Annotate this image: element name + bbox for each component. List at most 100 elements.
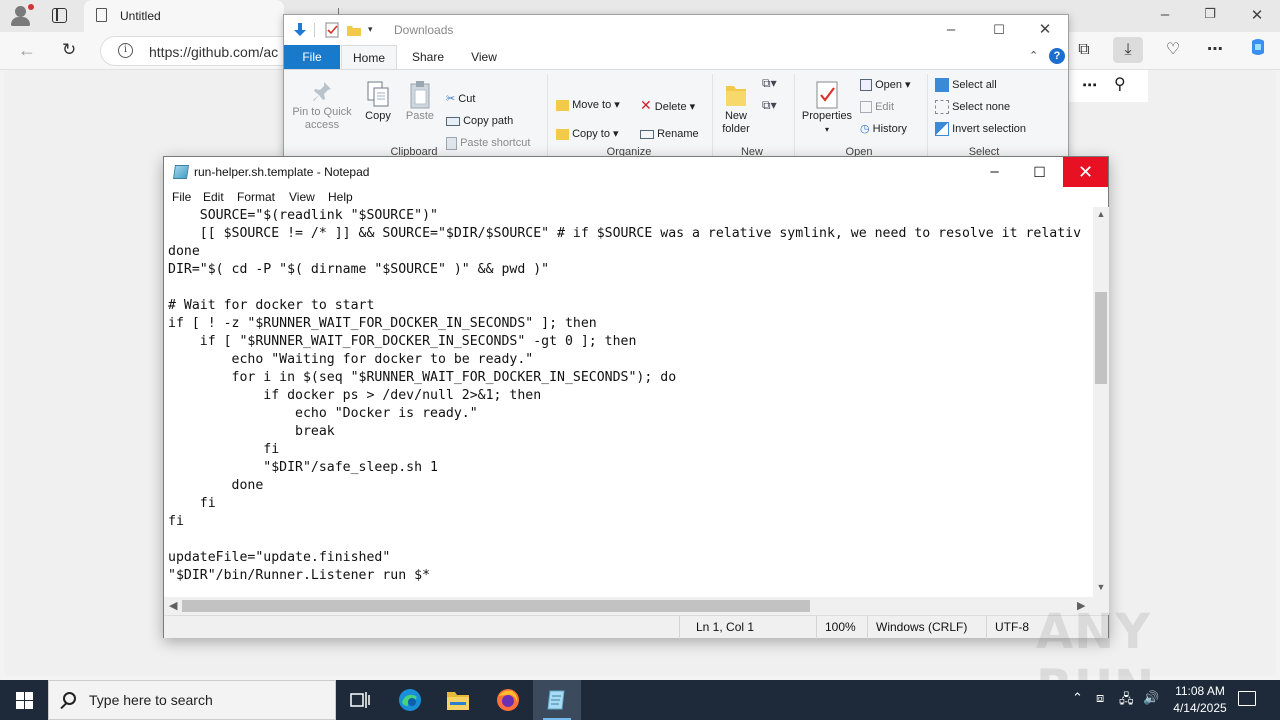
copy-icon [367,81,389,107]
network-icon[interactable]: 🖧 [1119,690,1134,712]
explorer-maximize-icon[interactable]: ☐ [976,19,1022,41]
help-icon[interactable]: ? [1049,48,1065,64]
horizontal-scrollbar[interactable]: ◀ ▶ [164,597,1093,615]
properties-button[interactable]: Properties ▾ [798,80,856,136]
back-arrow-icon[interactable]: ← [18,40,36,61]
move-to-button[interactable]: Move to ▾ [556,96,620,114]
status-zoom: 100% [816,616,868,639]
taskbar-search-box[interactable]: Type here to search [48,680,336,720]
taskbar-file-explorer[interactable] [434,680,482,720]
notepad-close-icon[interactable]: ✕ [1063,157,1108,187]
paste-icon [410,81,430,109]
device-icon[interactable]: ⧈ [1096,690,1104,706]
browser-essentials-icon[interactable]: ♡ [1158,37,1188,63]
url-field[interactable]: i https://github.com/ac [100,36,300,66]
rename-button[interactable]: Rename [640,125,699,143]
downloads-more-icon[interactable]: ⋯ [1082,76,1097,94]
edge-restore-icon[interactable]: ❐ [1200,6,1220,22]
start-button[interactable] [0,680,48,720]
menu-view[interactable]: View [289,190,315,204]
menu-file[interactable]: File [172,190,191,204]
tab-view[interactable]: View [456,45,512,69]
task-view-icon [350,692,370,708]
new-folder-icon [726,86,746,106]
taskbar-firefox[interactable] [484,680,532,720]
url-text: https://github.com/ac [149,44,279,60]
vertical-scroll-thumb[interactable] [1095,292,1107,384]
history-icon: ◷ [860,123,870,135]
select-none-button[interactable]: Select none [935,98,1010,116]
new-folder-button[interactable]: New folder [716,80,756,136]
paste-button[interactable]: Paste [402,80,438,123]
new-item-icon[interactable]: ⧉▾ [762,76,777,91]
notepad-title: run-helper.sh.template - Notepad [194,165,370,179]
edit-button[interactable]: Edit [860,98,894,116]
clock-time: 11:08 AM [1175,684,1225,698]
history-button[interactable]: ◷ History [860,120,907,138]
copy-to-icon [556,128,569,140]
volume-icon[interactable]: 🔊 [1143,690,1159,706]
scroll-left-icon[interactable]: ◀ [169,599,177,612]
notepad-maximize-icon[interactable]: ☐ [1017,157,1062,187]
notepad-title-bar: run-helper.sh.template - Notepad – ☐ ✕ [164,157,1108,187]
notepad-content: SOURCE="$(readlink "$SOURCE")" [[ $SOURC… [168,208,1082,583]
edge-close-icon[interactable]: ✕ [1247,6,1267,24]
collapse-ribbon-icon[interactable]: ⌃ [1029,49,1038,62]
delete-button[interactable]: ✕ Delete ▾ [640,96,695,114]
explorer-close-icon[interactable]: ✕ [1022,19,1068,41]
site-info-icon[interactable]: i [118,43,133,58]
menu-edit[interactable]: Edit [203,190,224,204]
explorer-minimize-icon[interactable]: – [928,19,974,41]
copilot-icon[interactable] [1243,37,1273,63]
scroll-up-icon[interactable]: ▲ [1093,209,1109,219]
pin-icon[interactable]: ⚲ [1114,74,1126,94]
show-hidden-icons[interactable]: ⌃ [1072,690,1083,706]
settings-more-icon[interactable]: ⋯ [1200,37,1230,63]
move-to-icon [556,99,569,111]
menu-help[interactable]: Help [328,190,353,204]
pin-to-quick-access-button[interactable]: Pin to Quick access [290,80,354,132]
copy-to-button[interactable]: Copy to ▾ [556,125,619,143]
properties-quick-icon[interactable] [324,22,340,41]
cut-button[interactable]: ✂ Cut [446,90,475,108]
customize-quick-access-icon[interactable]: ▾ [368,24,373,35]
menu-format[interactable]: Format [237,190,275,204]
tab-actions-icon[interactable] [52,8,67,23]
tab-file[interactable]: File [284,45,340,69]
open-button[interactable]: Open ▾ [860,76,911,94]
notepad-taskbar-icon [547,690,565,710]
downloads-panel-header: ⋯ ⚲ [1068,70,1148,102]
edge-tab-untitled[interactable]: Untitled [84,0,284,32]
taskbar-clock[interactable]: 11:08 AM 4/14/2025 [1160,683,1240,717]
downloads-icon[interactable]: ⤓ [1113,37,1143,63]
tab-home[interactable]: Home [341,45,397,69]
collections-icon[interactable]: ⧉ [1069,37,1099,63]
new-folder-quick-icon[interactable] [346,22,362,41]
refresh-icon[interactable]: ↻ [62,40,76,60]
scroll-down-icon[interactable]: ▼ [1093,582,1109,592]
vertical-scrollbar[interactable]: ▲ ▼ [1093,207,1109,597]
select-all-button[interactable]: Select all [935,76,997,94]
scissors-icon: ✂ [446,93,456,105]
taskbar-edge[interactable] [386,680,434,720]
downloads-arrow-icon [292,22,308,41]
notepad-minimize-icon[interactable]: – [972,157,1017,187]
horizontal-scroll-thumb[interactable] [182,600,810,612]
notification-icon[interactable] [1238,691,1256,706]
notepad-text-area[interactable]: SOURCE="$(readlink "$SOURCE")" [[ $SOURC… [164,207,1093,597]
open-icon [860,79,872,92]
edge-minimize-icon[interactable]: – [1155,6,1175,23]
invert-selection-button[interactable]: Invert selection [935,120,1026,138]
copy-path-button[interactable]: Copy path [446,112,513,130]
task-view-button[interactable] [336,680,384,720]
copy-button[interactable]: Copy [360,80,396,123]
notepad-status-bar: Ln 1, Col 1 100% Windows (CRLF) UTF-8 [164,615,1108,639]
profile-avatar-icon[interactable] [8,4,34,28]
status-line-ending: Windows (CRLF) [867,616,987,639]
explorer-title: Downloads [394,23,454,37]
pin-icon [313,82,331,101]
taskbar: Type here to search ⌃ ⧈ 🖧 🔊 11:08 AM 4/1… [0,680,1280,720]
taskbar-notepad[interactable] [533,680,581,720]
easy-access-icon[interactable]: ⧉▾ [762,98,777,113]
tab-share[interactable]: Share [400,45,456,69]
